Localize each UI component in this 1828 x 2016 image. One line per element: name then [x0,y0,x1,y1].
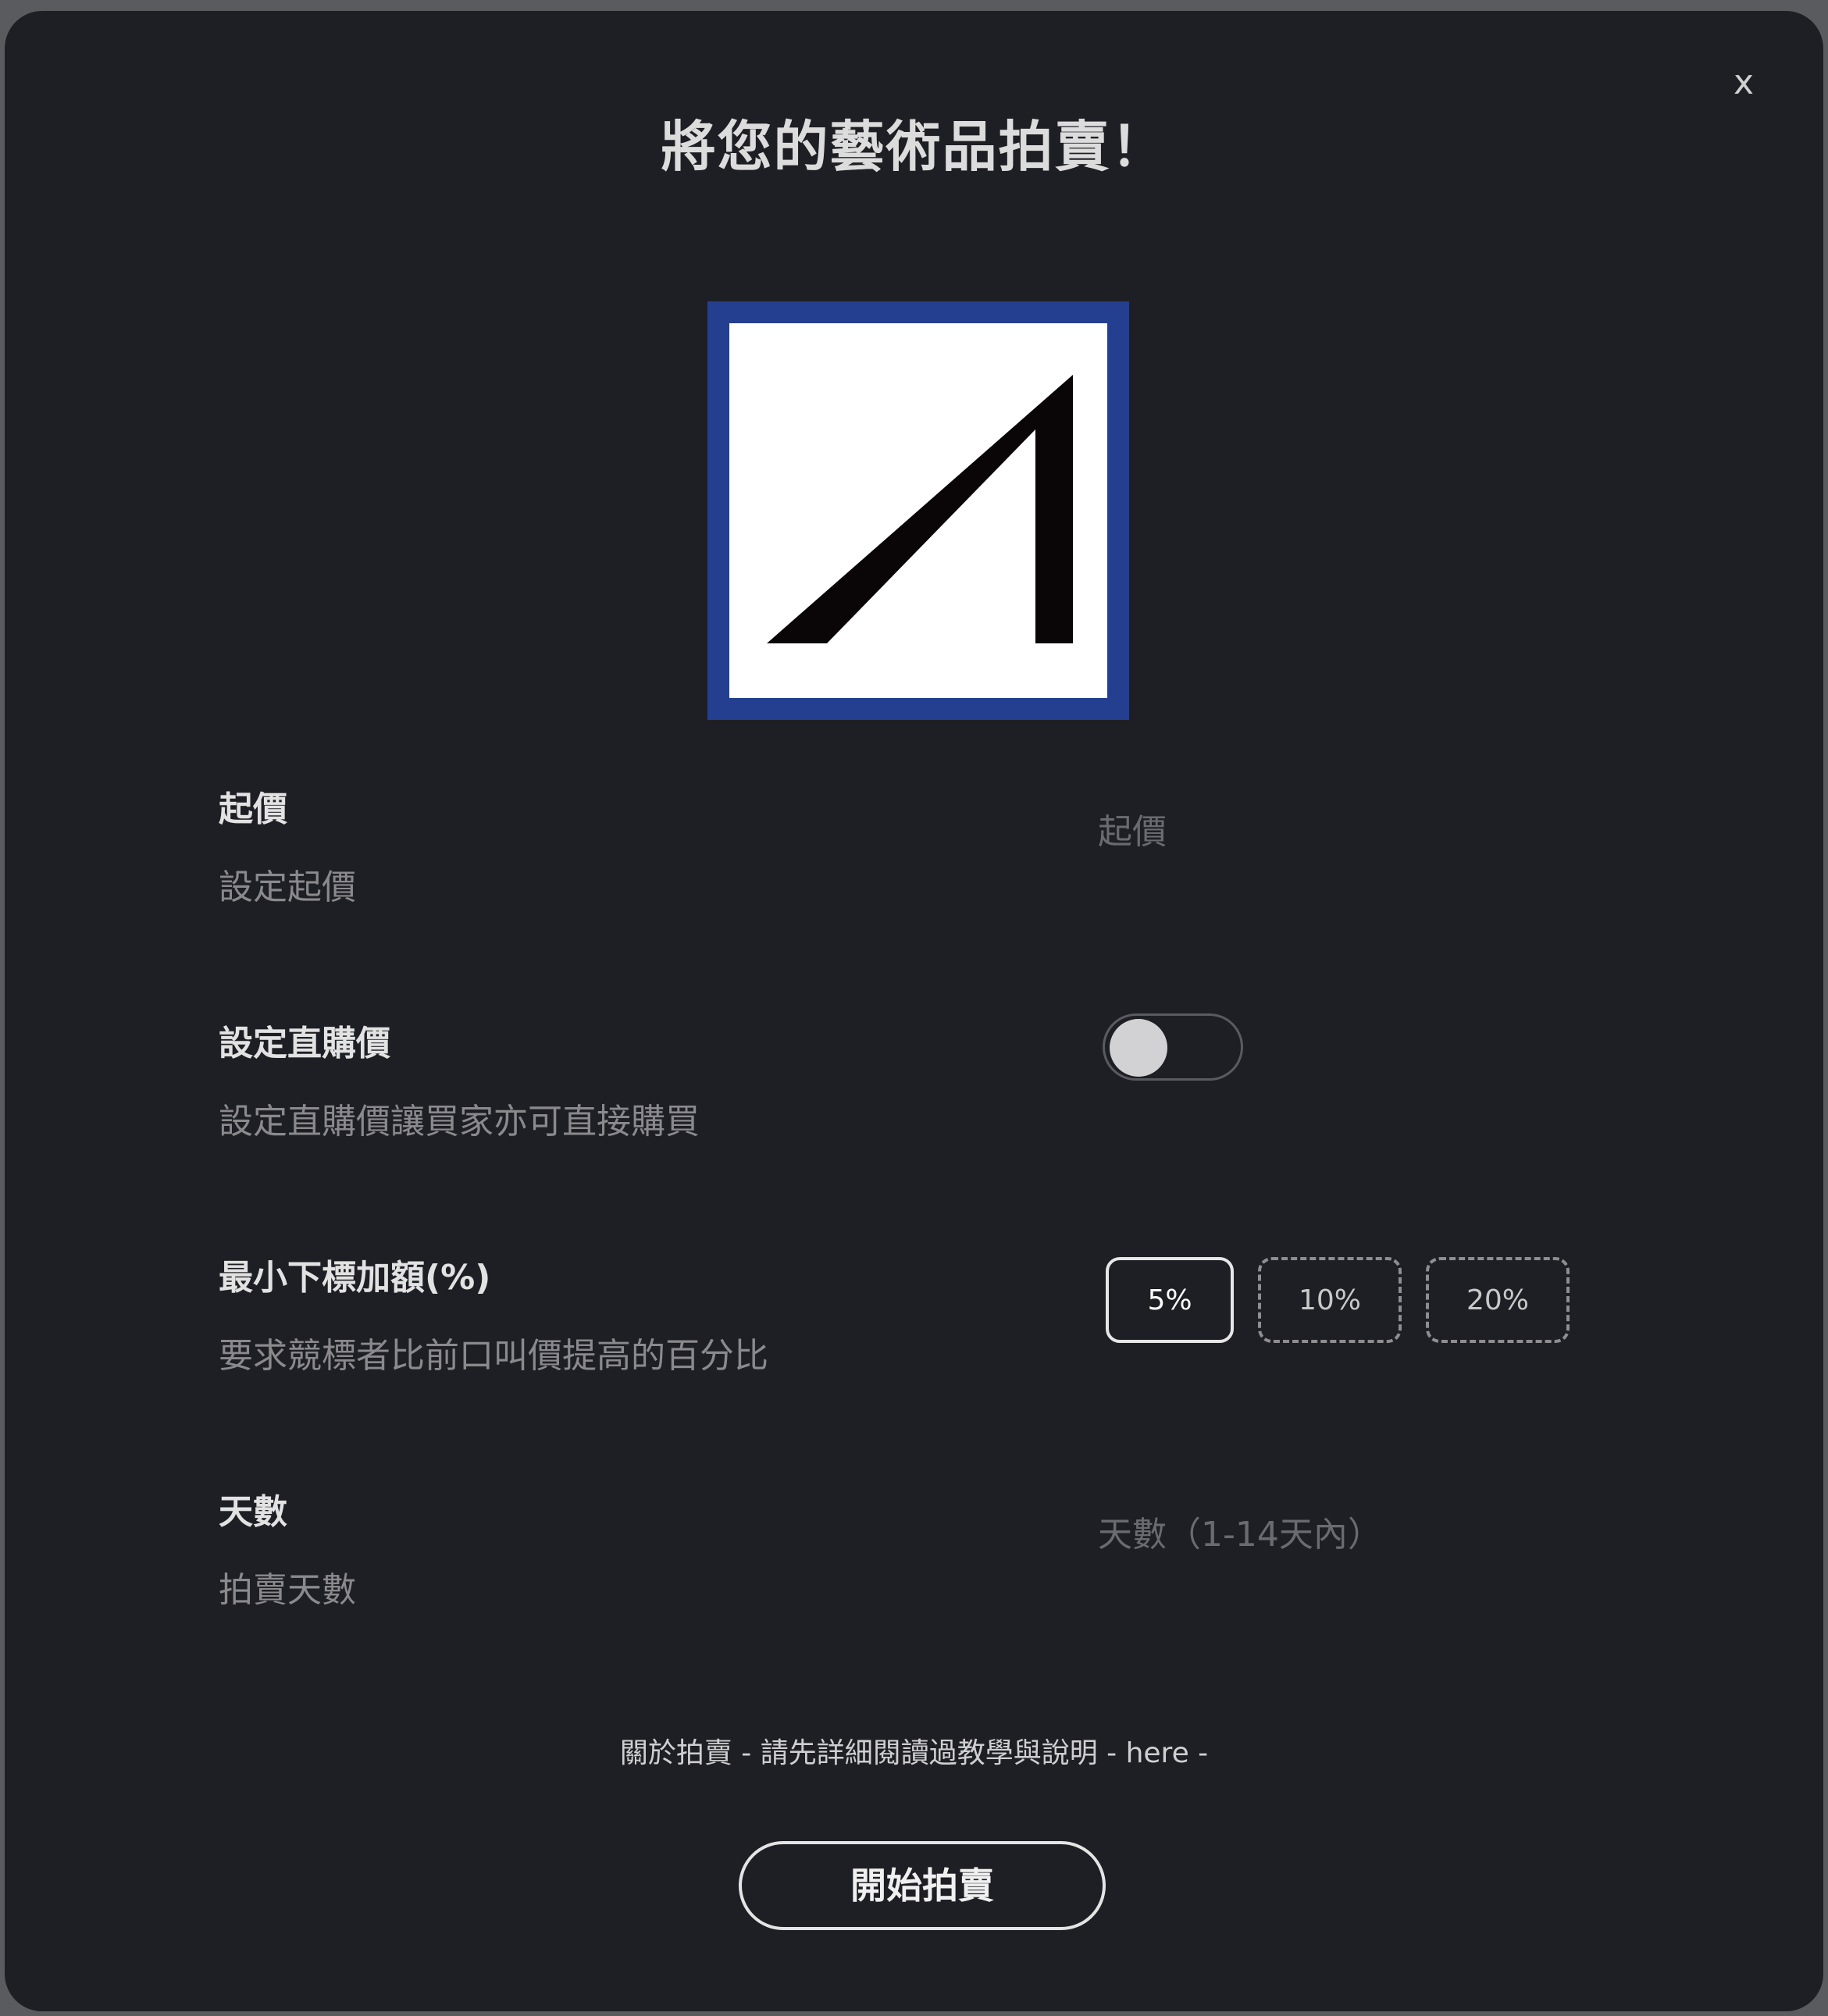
buy-now-label: 設定直購價 [219,1024,390,1063]
artwork-a-logo-icon [767,375,1073,643]
info-suffix: - [1188,1737,1209,1769]
starting-price-description: 設定起價 [219,867,356,907]
starting-price-input[interactable] [1098,804,1644,859]
auction-dialog: x 將您的藝術品拍賣！ 起價 設定起價 設定直購價 設定直購價讓買家亦可直接購買… [5,11,1823,2011]
toggle-knob [1110,1019,1167,1077]
min-increment-description: 要求競標者比前口叫價提高的百分比 [219,1336,768,1376]
dialog-title: 將您的藝術品拍賣！ [661,115,1167,179]
starting-price-label: 起價 [219,789,287,829]
days-description: 拍賣天數 [219,1570,356,1610]
tutorial-link[interactable]: here [1126,1737,1189,1769]
buy-now-toggle[interactable] [1103,1013,1243,1081]
artwork-preview [707,301,1129,720]
buy-now-description: 設定直購價讓買家亦可直接購買 [219,1102,700,1142]
info-text: 關於拍賣 - 請先詳細閱讀過教學與說明 - [619,1737,1126,1769]
days-label: 天數 [219,1492,287,1532]
increment-option-20[interactable]: 20% [1426,1257,1570,1343]
artwork-image [729,323,1107,698]
min-increment-label: 最小下標加額(%) [219,1258,491,1298]
close-button[interactable]: x [1720,59,1767,106]
days-input[interactable] [1098,1507,1644,1562]
increment-option-10[interactable]: 10% [1258,1257,1402,1343]
start-auction-button[interactable]: 開始拍賣 [739,1841,1106,1930]
auction-info-text: 關於拍賣 - 請先詳細閱讀過教學與說明 - here - [5,1730,1823,1771]
increment-option-5[interactable]: 5% [1106,1257,1234,1343]
